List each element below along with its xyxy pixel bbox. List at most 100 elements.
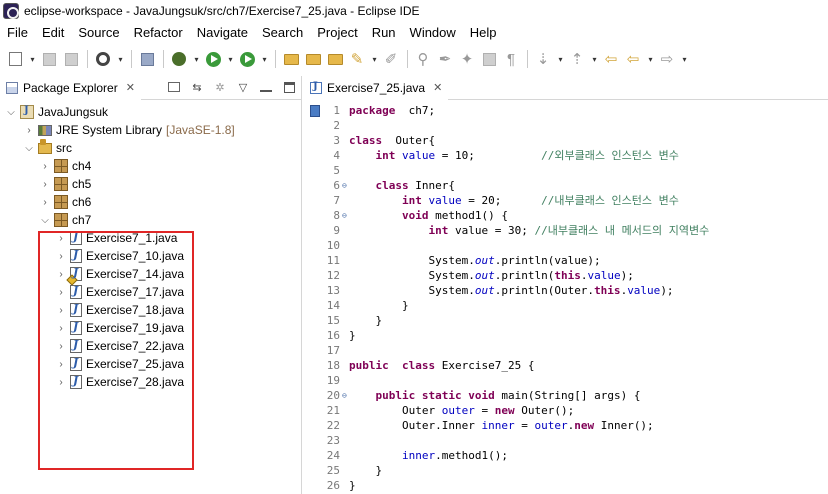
- code-line[interactable]: 4 int value = 10; //외부클래스 인스턴스 변수: [304, 148, 828, 163]
- tree-item-package[interactable]: ⌵ ch7: [0, 211, 300, 229]
- next-annotation-dropdown-icon[interactable]: ▾: [556, 50, 565, 68]
- menu-source[interactable]: Source: [71, 25, 126, 40]
- back-dropdown-icon[interactable]: ▾: [646, 50, 655, 68]
- code-line[interactable]: 2: [304, 118, 828, 133]
- console-icon[interactable]: [138, 50, 156, 68]
- tree-item-java-file[interactable]: › Exercise7_1.java: [0, 229, 300, 247]
- prev-annotation-dropdown-icon[interactable]: ▾: [590, 50, 599, 68]
- chevron-right-icon[interactable]: ›: [56, 269, 66, 280]
- annotation-icon[interactable]: ✒: [436, 50, 454, 68]
- menu-window[interactable]: Window: [403, 25, 463, 40]
- debug-icon[interactable]: [170, 50, 188, 68]
- code-line[interactable]: 16}: [304, 328, 828, 343]
- edit-icon[interactable]: ⚲: [414, 50, 432, 68]
- menu-file[interactable]: File: [0, 25, 35, 40]
- run-icon[interactable]: [204, 50, 222, 68]
- block-icon[interactable]: [480, 50, 498, 68]
- code-line[interactable]: 17: [304, 343, 828, 358]
- code-line[interactable]: 3 class Outer{: [304, 133, 828, 148]
- code-line[interactable]: 9 int value = 30; //내부클래스 내 메서드의 지역변수: [304, 223, 828, 238]
- code-line[interactable]: 24 inner.method1();: [304, 448, 828, 463]
- run-external-dropdown-icon[interactable]: ▾: [260, 50, 269, 68]
- code-line[interactable]: 26}: [304, 478, 828, 493]
- code-line[interactable]: 18 public class Exercise7_25 {: [304, 358, 828, 373]
- chevron-right-icon[interactable]: ›: [40, 197, 50, 208]
- close-icon[interactable]: ✕: [126, 81, 135, 94]
- forward-icon[interactable]: ⇨: [658, 50, 676, 68]
- target-dropdown-icon[interactable]: ▾: [116, 50, 125, 68]
- debug-dropdown-icon[interactable]: ▾: [192, 50, 201, 68]
- filters-icon[interactable]: ✲: [213, 80, 227, 94]
- minimize-icon[interactable]: [259, 80, 273, 94]
- tree-item-package[interactable]: › ch5: [0, 175, 300, 193]
- chevron-right-icon[interactable]: ›: [56, 305, 66, 316]
- code-line[interactable]: 11 System.out.println(value);: [304, 253, 828, 268]
- chevron-right-icon[interactable]: ›: [40, 179, 50, 190]
- tab-package-explorer[interactable]: Package Explorer ✕: [0, 75, 141, 100]
- tree-item-jre-library[interactable]: › JRE System Library [JavaSE-1.8]: [0, 121, 300, 139]
- pin-icon[interactable]: ✐: [382, 50, 400, 68]
- code-line[interactable]: 8 ⊖ void method1() {: [304, 208, 828, 223]
- open-folder-icon[interactable]: [304, 50, 322, 68]
- run-external-icon[interactable]: [238, 50, 256, 68]
- toggle-mark-icon[interactable]: ✦: [458, 50, 476, 68]
- tree-item-java-file[interactable]: › Exercise7_10.java: [0, 247, 300, 265]
- link-with-editor-icon[interactable]: ⇆: [190, 80, 204, 94]
- code-line[interactable]: 1 package ch7;: [304, 103, 828, 118]
- chevron-right-icon[interactable]: ›: [56, 251, 66, 262]
- prev-annotation-icon[interactable]: ⇡: [568, 50, 586, 68]
- open-resource-icon[interactable]: [326, 50, 344, 68]
- chevron-right-icon[interactable]: ›: [40, 161, 50, 172]
- code-line[interactable]: 10: [304, 238, 828, 253]
- save-icon[interactable]: [40, 50, 58, 68]
- code-line[interactable]: 23: [304, 433, 828, 448]
- collapse-all-icon[interactable]: [167, 80, 181, 94]
- chevron-right-icon[interactable]: ›: [56, 233, 66, 244]
- tree-item-java-file[interactable]: › Exercise7_25.java: [0, 355, 300, 373]
- code-line[interactable]: 15 }: [304, 313, 828, 328]
- chevron-right-icon[interactable]: ›: [56, 323, 66, 334]
- chevron-right-icon[interactable]: ›: [56, 359, 66, 370]
- code-line[interactable]: 14 }: [304, 298, 828, 313]
- save-all-icon[interactable]: [62, 50, 80, 68]
- tree-item-project[interactable]: ⌵ JavaJungsuk: [0, 103, 300, 121]
- close-icon[interactable]: ✕: [433, 81, 442, 94]
- code-line[interactable]: 20 ⊖ public static void main(String[] arg…: [304, 388, 828, 403]
- back-icon[interactable]: ⇦: [624, 50, 642, 68]
- chevron-down-icon[interactable]: ⌵: [40, 215, 50, 226]
- tree-item-java-file[interactable]: › Exercise7_17.java: [0, 283, 300, 301]
- next-annotation-icon[interactable]: ⇣: [534, 50, 552, 68]
- code-line[interactable]: 19: [304, 373, 828, 388]
- code-editor[interactable]: 1 package ch7; 2 3 class Outer{4 int value =…: [304, 103, 828, 493]
- chevron-right-icon[interactable]: ›: [56, 377, 66, 388]
- chevron-right-icon[interactable]: ›: [24, 125, 34, 136]
- code-line[interactable]: 7 int value = 20; //내부클래스 인스턴스 변수: [304, 193, 828, 208]
- chevron-right-icon[interactable]: ›: [56, 287, 66, 298]
- target-icon[interactable]: [94, 50, 112, 68]
- code-line[interactable]: 6 ⊖ class Inner{: [304, 178, 828, 193]
- tree-item-package[interactable]: › ch6: [0, 193, 300, 211]
- menu-edit[interactable]: Edit: [35, 25, 71, 40]
- chevron-right-icon[interactable]: ›: [56, 341, 66, 352]
- view-menu-icon[interactable]: ▽: [236, 80, 250, 94]
- menu-search[interactable]: Search: [255, 25, 310, 40]
- menu-refactor[interactable]: Refactor: [127, 25, 190, 40]
- code-line[interactable]: 5: [304, 163, 828, 178]
- menu-project[interactable]: Project: [310, 25, 364, 40]
- paragraph-icon[interactable]: ¶: [502, 50, 520, 68]
- last-edit-icon[interactable]: ⇦: [602, 50, 620, 68]
- tree-item-src[interactable]: ⌵ src: [0, 138, 300, 157]
- menu-help[interactable]: Help: [463, 25, 504, 40]
- tree-item-java-file[interactable]: › Exercise7_28.java: [0, 373, 300, 391]
- search-task-dropdown-icon[interactable]: ▾: [370, 50, 379, 68]
- tree-item-java-file[interactable]: › Exercise7_14.java: [0, 265, 300, 283]
- code-line[interactable]: 25 }: [304, 463, 828, 478]
- maximize-icon[interactable]: [282, 80, 296, 94]
- chevron-down-icon[interactable]: ⌵: [24, 143, 34, 154]
- tab-exercise7-25[interactable]: Exercise7_25.java ✕: [304, 75, 449, 100]
- menu-run[interactable]: Run: [365, 25, 403, 40]
- search-task-icon[interactable]: ✎: [348, 50, 366, 68]
- tree-item-java-file[interactable]: › Exercise7_19.java: [0, 319, 300, 337]
- new-dropdown-icon[interactable]: ▾: [28, 50, 37, 68]
- tree-item-java-file[interactable]: › Exercise7_18.java: [0, 301, 300, 319]
